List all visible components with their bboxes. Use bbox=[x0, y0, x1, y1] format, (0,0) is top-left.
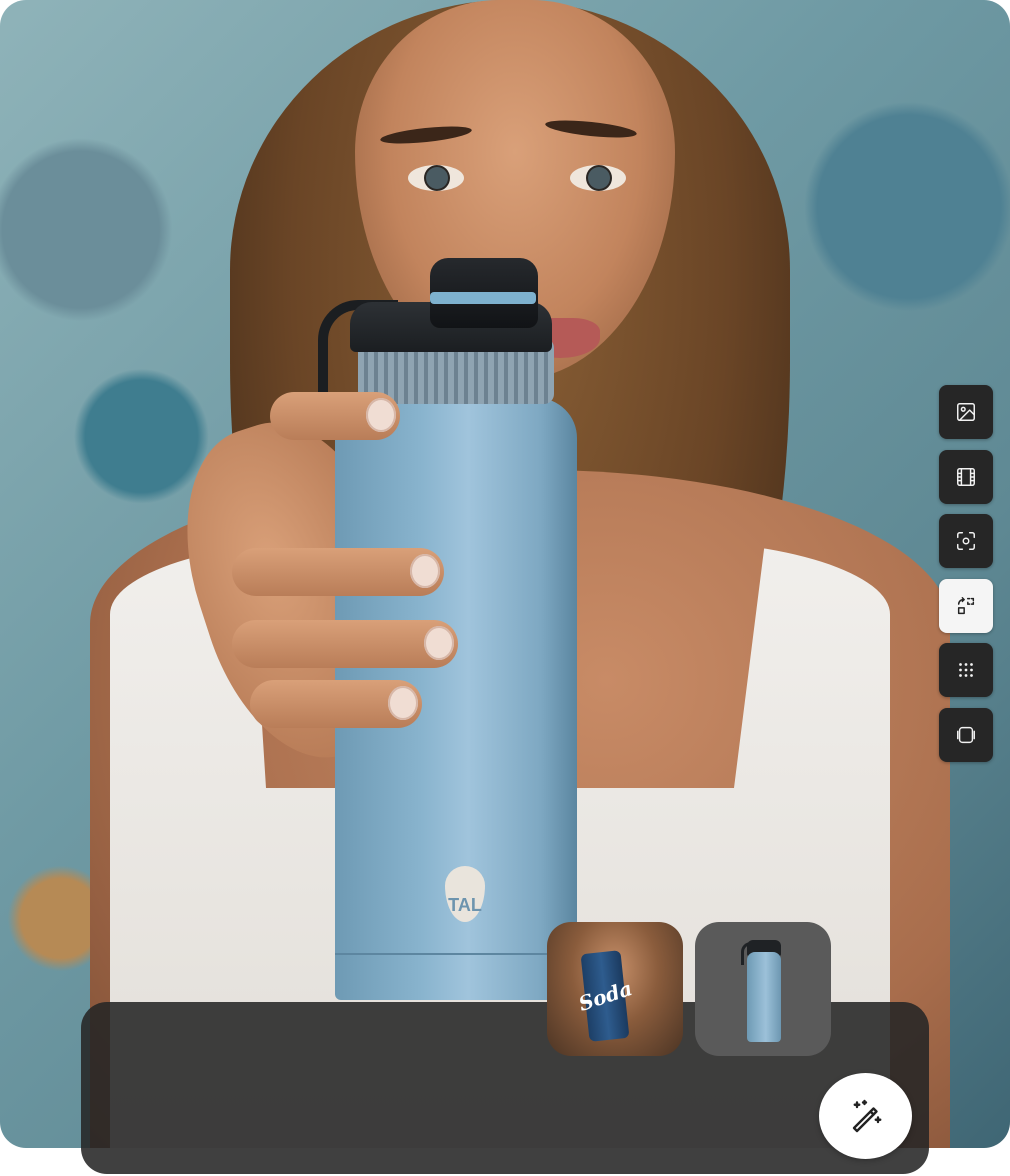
right-eye bbox=[570, 165, 626, 191]
image-icon bbox=[957, 403, 975, 421]
bottle-logo: TAL bbox=[445, 866, 485, 922]
layers-icon bbox=[957, 726, 975, 743]
mini-bottle bbox=[747, 952, 781, 1042]
replace-icon bbox=[957, 596, 975, 614]
tool-rail bbox=[939, 385, 993, 772]
finger bbox=[250, 680, 422, 728]
soda-label: Soda bbox=[575, 976, 635, 1016]
finger bbox=[270, 392, 400, 440]
grid-dots-icon bbox=[959, 663, 973, 677]
thumbnail-soda[interactable]: Soda bbox=[547, 922, 683, 1056]
bottle-spout-band bbox=[430, 292, 536, 304]
grid-tool-button[interactable] bbox=[939, 643, 993, 697]
film-icon bbox=[957, 467, 975, 486]
generate-button[interactable] bbox=[819, 1073, 912, 1159]
magic-wand-icon bbox=[852, 1099, 881, 1133]
thumbnail-bottle[interactable] bbox=[695, 922, 831, 1056]
bottle-logo-text: TAL bbox=[448, 895, 482, 915]
soda-can: Soda bbox=[575, 950, 635, 1042]
image-tool-button[interactable] bbox=[939, 385, 993, 439]
finger bbox=[232, 548, 444, 596]
left-eye bbox=[408, 165, 464, 191]
finger bbox=[232, 620, 458, 668]
video-tool-button[interactable] bbox=[939, 449, 993, 504]
focus-icon bbox=[957, 532, 975, 550]
focus-tool-button[interactable] bbox=[939, 514, 993, 568]
replace-tool-button[interactable] bbox=[939, 578, 993, 633]
layers-tool-button[interactable] bbox=[939, 707, 993, 762]
canvas-image: TAL bbox=[0, 0, 1010, 1148]
